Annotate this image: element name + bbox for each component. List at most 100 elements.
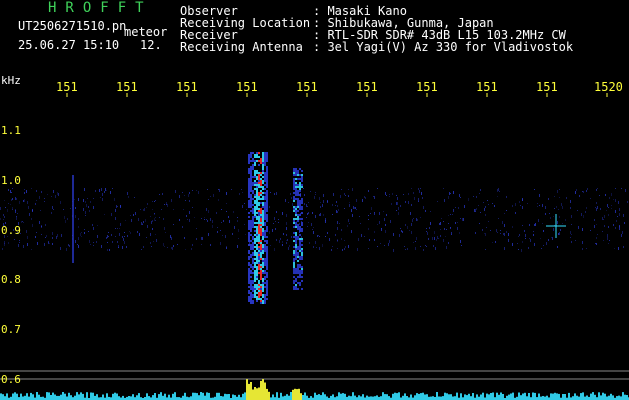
noise-dot <box>553 216 554 217</box>
noise-dot <box>562 223 563 224</box>
level-bar <box>322 392 324 400</box>
noise-dot <box>525 238 526 239</box>
echo-pixel <box>262 192 264 194</box>
noise-dot <box>206 219 207 220</box>
noise-dot <box>7 209 8 212</box>
echo-pixel <box>260 302 262 304</box>
echo-pixel <box>258 152 260 154</box>
echo-pixel <box>250 210 252 212</box>
level-bar <box>20 393 22 400</box>
echo-pixel <box>264 180 266 182</box>
level-bar <box>574 393 576 400</box>
noise-dot <box>596 224 597 225</box>
echo-pixel <box>293 282 295 284</box>
echo-pixel <box>248 204 250 206</box>
echo-pixel <box>248 234 250 236</box>
level-bar <box>136 395 138 400</box>
echo-pixel <box>266 242 268 244</box>
noise-dot <box>46 235 47 237</box>
echo-pixel <box>264 236 266 238</box>
noise-dot <box>85 201 86 203</box>
noise-dot <box>448 242 449 244</box>
streak-dot <box>72 231 74 233</box>
echo-pixel <box>248 224 250 226</box>
noise-dot <box>162 193 163 195</box>
noise-dot <box>596 237 597 239</box>
level-bar <box>146 393 148 400</box>
level-bar <box>114 392 116 400</box>
echo-pixel <box>256 272 258 274</box>
echo-pixel <box>293 182 295 184</box>
echo-pixel <box>250 200 252 202</box>
echo-pixel <box>260 190 262 192</box>
echo-pixel <box>301 244 303 246</box>
echo-pixel <box>252 176 254 178</box>
level-bar <box>302 395 304 400</box>
noise-dot <box>475 209 476 211</box>
echo-pixel <box>248 258 250 260</box>
noise-dot <box>459 194 460 197</box>
streak-dot <box>72 229 74 231</box>
echo-pixel <box>299 200 301 202</box>
noise-dot <box>90 201 91 203</box>
echo-pixel <box>250 224 252 226</box>
echo-pixel <box>252 160 254 162</box>
echo-pixel <box>262 196 264 198</box>
echo-pixel <box>299 206 301 208</box>
noise-dot <box>607 234 608 237</box>
echo-pixel <box>260 178 262 180</box>
echo-pixel <box>264 302 266 304</box>
echo-pixel <box>248 238 250 240</box>
noise-dot <box>500 230 501 231</box>
echo-pixel <box>293 250 295 252</box>
noise-dot <box>223 220 224 222</box>
noise-dot <box>421 192 422 195</box>
echo-pixel <box>250 226 252 228</box>
echo-pixel <box>295 224 297 226</box>
echo-pixel <box>297 170 299 172</box>
echo-pixel <box>254 196 256 198</box>
echo-pixel <box>264 250 266 252</box>
level-bar <box>392 393 394 400</box>
noise-dot <box>118 245 119 248</box>
noise-dot <box>23 200 24 202</box>
echo-pixel <box>260 198 262 200</box>
noise-dot <box>0 207 1 210</box>
noise-dot <box>29 213 30 216</box>
level-bar <box>68 392 70 400</box>
noise-dot <box>476 196 477 198</box>
echo-pixel <box>266 292 268 294</box>
noise-dot <box>119 233 120 236</box>
streak-dot <box>72 213 74 215</box>
level-bar <box>534 392 536 400</box>
noise-dot <box>93 206 94 209</box>
echo-pixel <box>258 266 260 268</box>
echo-pixel <box>250 180 252 182</box>
noise-dot <box>313 246 314 248</box>
echo-pixel <box>262 158 264 160</box>
echo-pixel <box>260 160 262 162</box>
noise-dot <box>488 221 489 222</box>
level-bar <box>304 392 306 400</box>
noise-dot <box>347 225 348 227</box>
noise-dot <box>404 246 405 247</box>
echo-pixel <box>250 234 252 236</box>
noise-dot <box>429 227 430 229</box>
echo-pixel <box>264 244 266 246</box>
time-tick: 151 <box>536 80 558 94</box>
echo-pixel <box>260 244 262 246</box>
level-bar <box>160 392 162 400</box>
noise-dot <box>499 191 500 192</box>
noise-dot <box>292 203 293 206</box>
noise-dot <box>439 223 440 225</box>
echo-pixel <box>258 174 260 176</box>
echo-pixel <box>264 224 266 226</box>
echo-pixel <box>264 158 266 160</box>
noise-dot <box>353 206 354 209</box>
noise-dot <box>503 233 504 235</box>
echo-pixel <box>293 254 295 256</box>
time-tick: 151 <box>416 80 438 94</box>
noise-dot <box>164 204 165 205</box>
streak-dot <box>72 189 74 191</box>
echo-pixel <box>252 280 254 282</box>
